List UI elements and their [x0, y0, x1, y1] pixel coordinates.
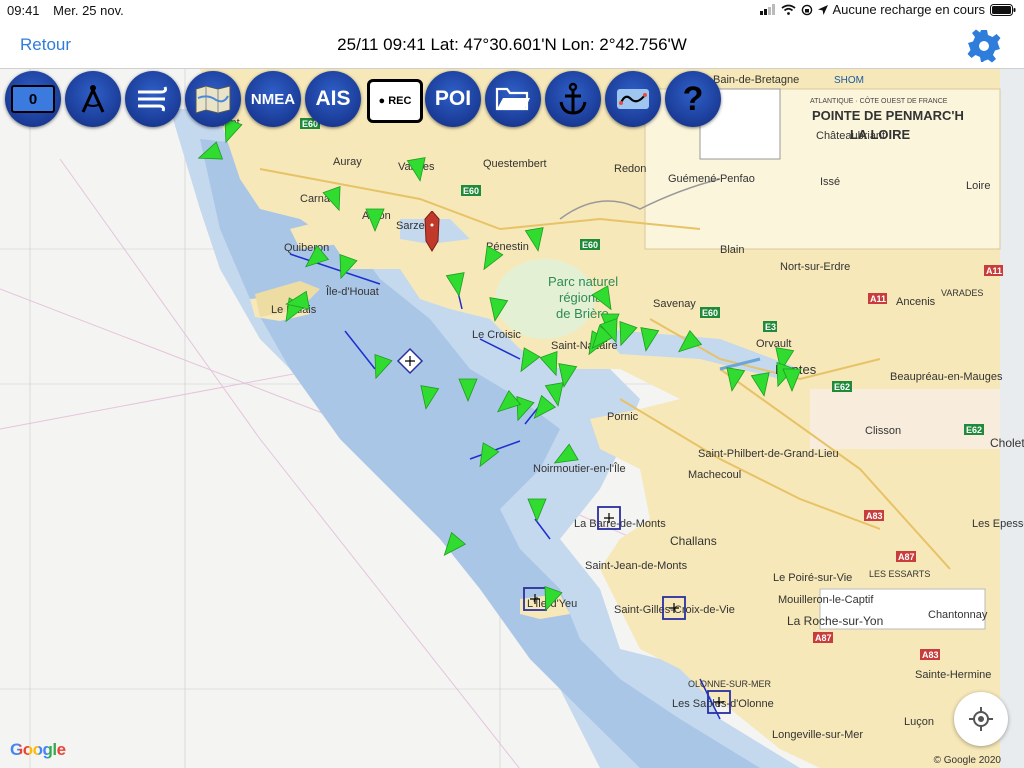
- signal-icon: [759, 4, 775, 15]
- ais-vessel-icon[interactable]: [782, 368, 802, 393]
- position-title: 25/11 09:41 Lat: 47°30.601'N Lon: 2°42.7…: [337, 35, 687, 54]
- ais-vessel-icon[interactable]: [527, 394, 557, 424]
- ais-vessel-icon[interactable]: [527, 498, 547, 523]
- ais-vessel-icon[interactable]: [476, 245, 504, 274]
- help-label: ?: [682, 79, 704, 118]
- folder-icon: [495, 87, 530, 111]
- ais-vessel-icon[interactable]: [486, 297, 509, 323]
- ais-vessel-icon[interactable]: [417, 385, 440, 411]
- google-logo: Google: [10, 740, 66, 759]
- route-icon: [617, 89, 649, 109]
- nautical-chart-map[interactable]: Lorient Auray Vannes Questembert Redon G…: [0, 69, 1024, 768]
- back-button[interactable]: Retour: [20, 35, 71, 55]
- ais-vessel-icon[interactable]: [300, 244, 330, 274]
- battery-icon: [990, 3, 1016, 16]
- ais-vessel-icon[interactable]: [472, 442, 500, 471]
- ais-vessel-icon[interactable]: [637, 327, 660, 353]
- anchor-icon: [559, 82, 587, 115]
- ais-vessel-icon[interactable]: [492, 389, 522, 419]
- record-button[interactable]: ● REC: [367, 79, 423, 123]
- navigation-bar: Retour 25/11 09:41 Lat: 47°30.601'N Lon:…: [0, 22, 1024, 69]
- poi-button[interactable]: POI: [425, 71, 481, 127]
- wifi-icon: [780, 4, 796, 15]
- help-button[interactable]: ?: [665, 71, 721, 127]
- ais-vessel-icon[interactable]: [750, 372, 773, 398]
- anchor-button[interactable]: [545, 71, 601, 127]
- compass-tool-icon: [81, 85, 105, 113]
- nmea-button[interactable]: NMEA: [245, 71, 301, 127]
- poi-label: POI: [434, 87, 472, 110]
- ais-vessel-icon[interactable]: [458, 378, 478, 403]
- counter-label: 0: [11, 85, 55, 113]
- status-time: 09:41: [7, 3, 40, 18]
- locate-icon: [969, 707, 993, 731]
- chart-map-icon: [195, 85, 231, 114]
- ais-vessel-icon[interactable]: [322, 185, 347, 214]
- map-copyright: © Google 2020: [933, 755, 1001, 766]
- route-button[interactable]: [605, 71, 661, 127]
- wind-icon: [138, 86, 167, 112]
- status-bar: 09:41 Mer. 25 nov. Aucune recharge en co…: [0, 0, 1024, 22]
- locate-button[interactable]: [954, 692, 1008, 746]
- ais-vessel-icon[interactable]: [367, 353, 393, 382]
- ais-vessel-icon[interactable]: [591, 285, 619, 314]
- ais-vessel-icon[interactable]: [513, 347, 541, 376]
- ais-button[interactable]: AIS: [305, 71, 361, 127]
- orientation-lock-icon: [801, 4, 812, 15]
- ais-vessel-icon[interactable]: [437, 531, 467, 561]
- ais-label: AIS: [315, 87, 351, 110]
- compass-button[interactable]: [65, 71, 121, 127]
- gear-icon[interactable]: [966, 28, 1002, 64]
- ais-vessel-icon[interactable]: [406, 157, 429, 183]
- ais-vessel-icon[interactable]: [445, 272, 468, 298]
- ais-vessel-icon[interactable]: [365, 208, 385, 233]
- folder-button[interactable]: [485, 71, 541, 127]
- status-date: Mer. 25 nov.: [53, 3, 124, 18]
- ais-vessel-icon[interactable]: [550, 443, 579, 471]
- location-arrow-icon: [817, 4, 828, 15]
- ais-vessel-icon[interactable]: [524, 227, 547, 253]
- ais-targets-layer: [196, 117, 802, 614]
- counter-button[interactable]: 0: [5, 71, 61, 127]
- rec-label: ● REC: [378, 95, 412, 107]
- ais-vessel-icon[interactable]: [196, 141, 224, 166]
- ais-vessel-icon[interactable]: [332, 253, 358, 282]
- wind-button[interactable]: [125, 71, 181, 127]
- battery-text: Aucune recharge en cours: [832, 2, 985, 17]
- ais-vessel-icon[interactable]: [673, 329, 703, 359]
- chart-button[interactable]: [185, 71, 241, 127]
- nmea-label: NMEA: [250, 90, 296, 108]
- ais-vessel-icon[interactable]: [723, 367, 746, 393]
- ais-vessel-icon[interactable]: [537, 585, 563, 614]
